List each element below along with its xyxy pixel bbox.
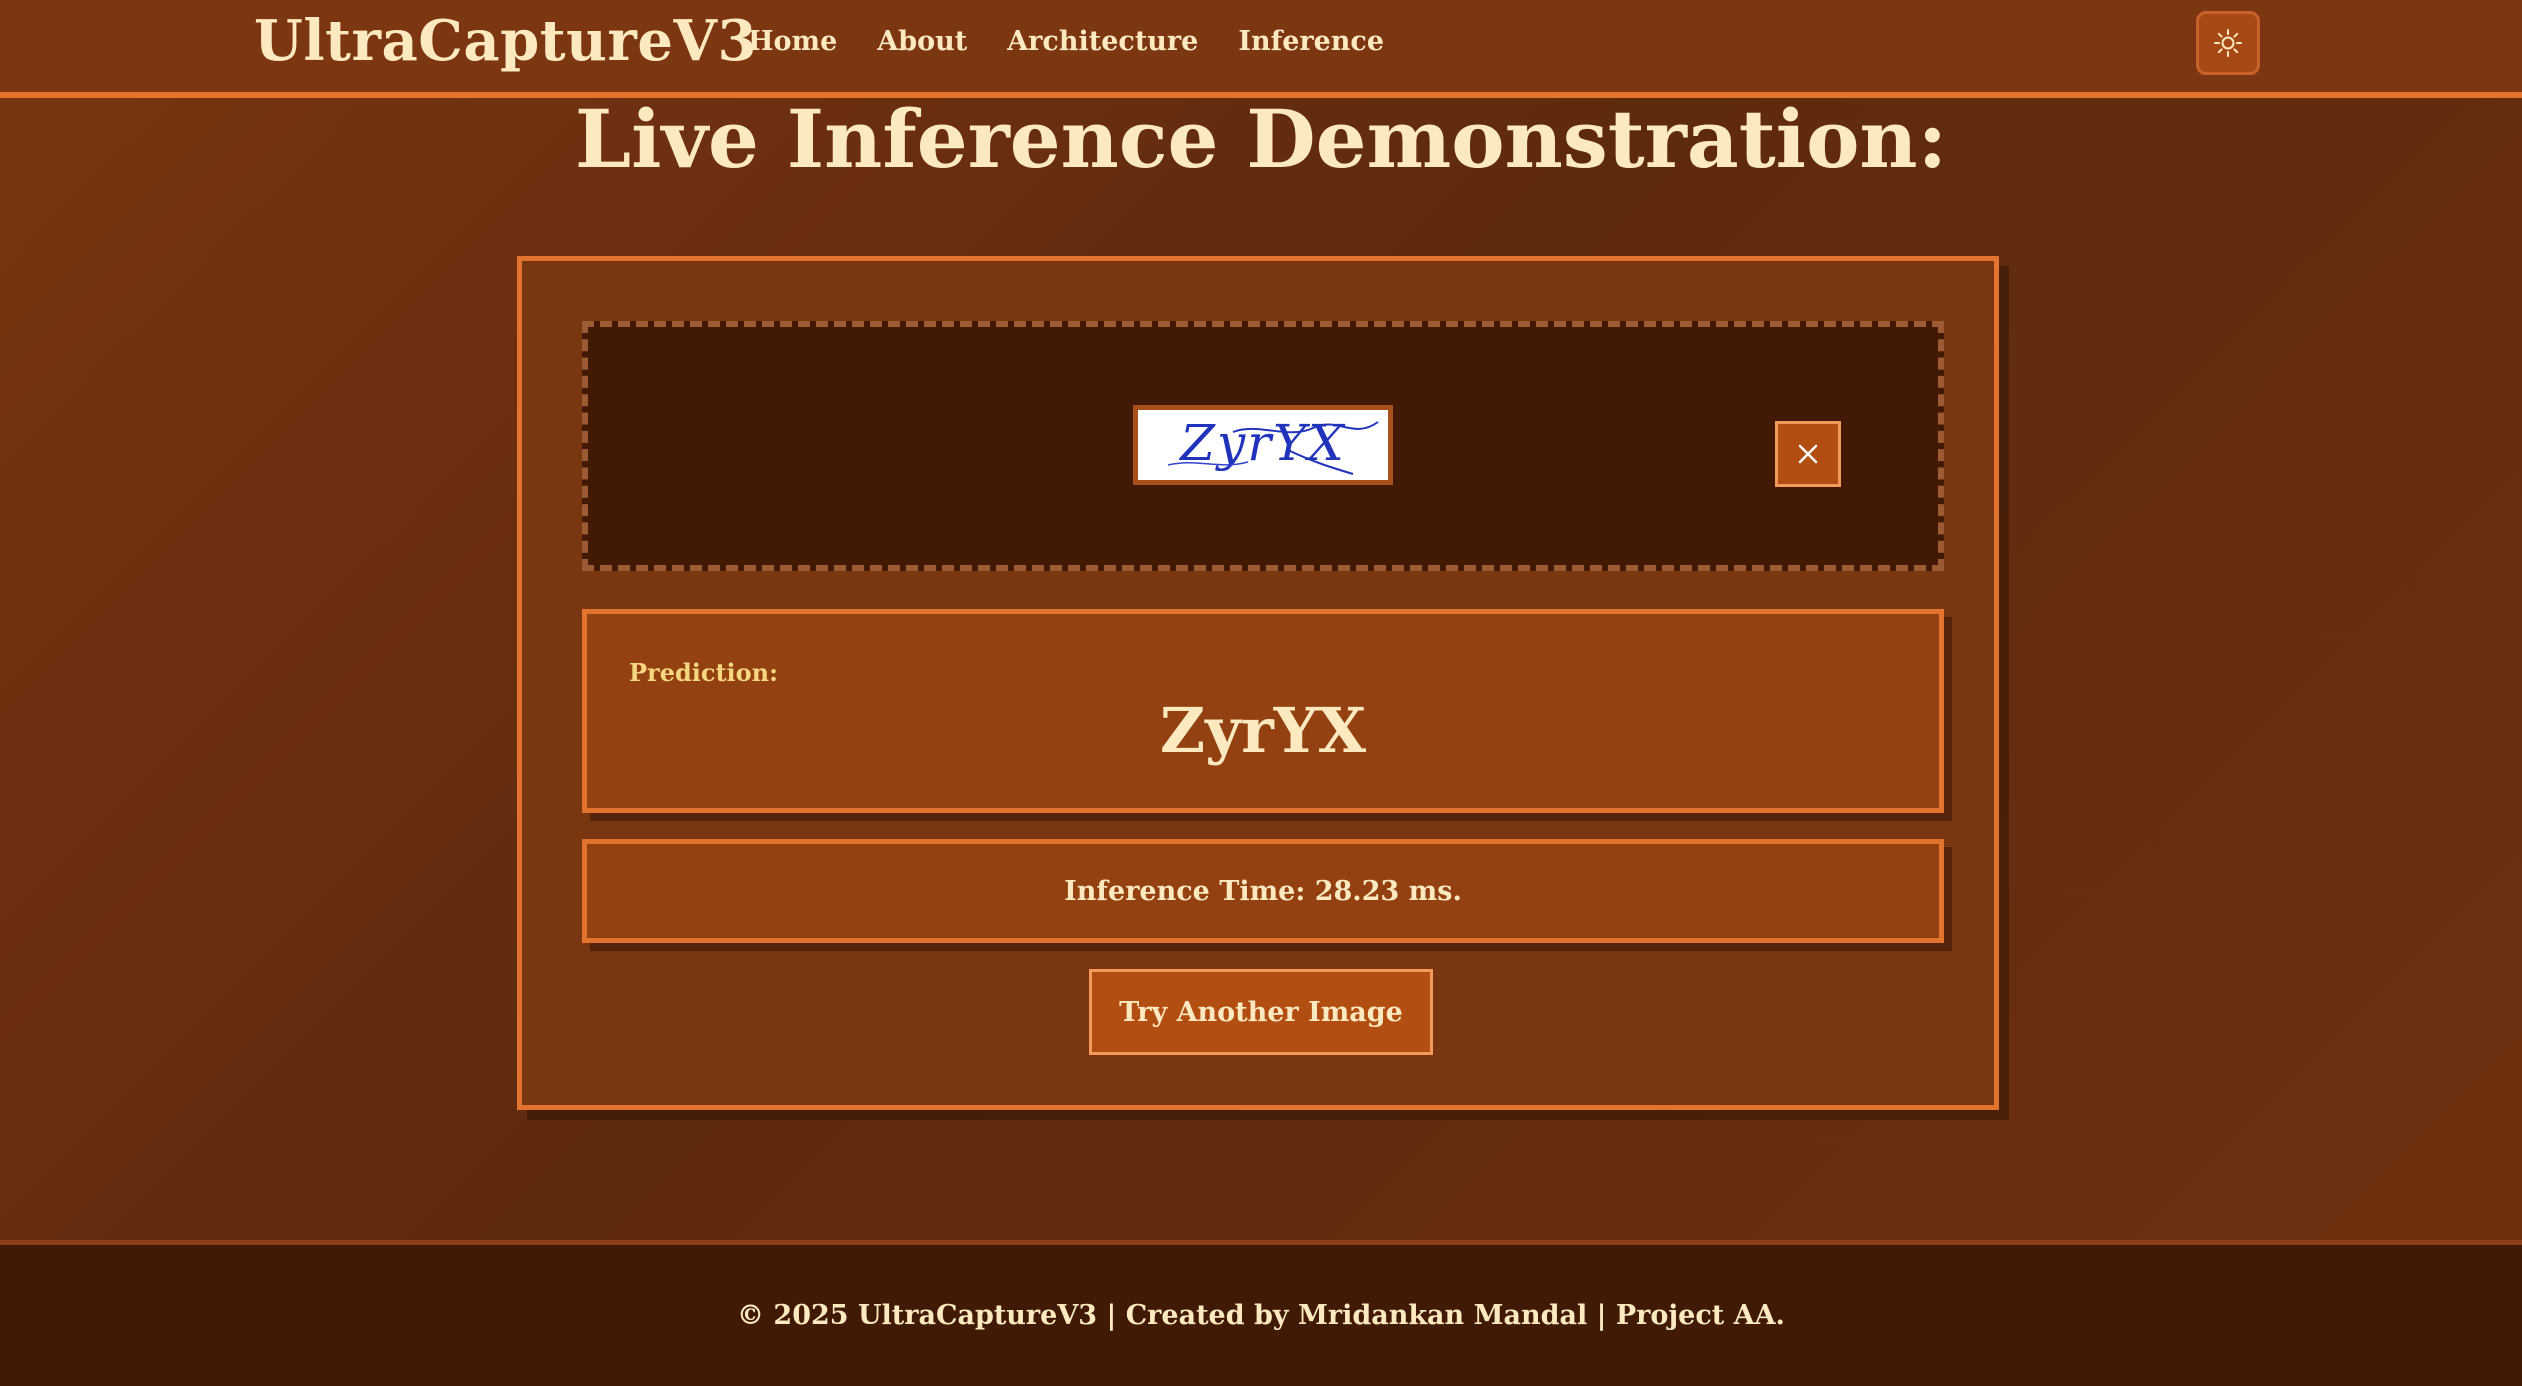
nav-link-architecture[interactable]: Architecture: [1007, 26, 1198, 57]
try-another-image-button[interactable]: Try Another Image: [1089, 969, 1433, 1055]
image-dropzone[interactable]: ZyrYX: [582, 321, 1944, 571]
footer-copyright: © 2025 UltraCaptureV3 | Created by Mrida…: [737, 1300, 1785, 1331]
prediction-panel: Prediction: ZyrYX: [582, 609, 1944, 813]
captcha-image: ZyrYX: [1138, 410, 1388, 480]
nav-link-inference[interactable]: Inference: [1238, 26, 1384, 57]
nav-link-home[interactable]: Home: [748, 26, 837, 57]
inference-time-text: Inference Time: 28.23 ms.: [1064, 875, 1462, 907]
main-nav: Home About Architecture Inference: [748, 26, 1384, 57]
sun-icon: [2214, 29, 2242, 57]
top-navbar: UltraCaptureV3 Home About Architecture I…: [0, 0, 2522, 98]
prediction-value: ZyrYX: [1159, 694, 1367, 767]
close-icon: [1798, 444, 1818, 464]
brand-logo-text[interactable]: UltraCaptureV3: [254, 8, 757, 74]
captcha-image-preview: ZyrYX: [1133, 405, 1393, 485]
theme-toggle-button[interactable]: [2196, 11, 2260, 75]
page-title: Live Inference Demonstration:: [574, 92, 1948, 186]
prediction-label: Prediction:: [629, 658, 778, 687]
page-footer: © 2025 UltraCaptureV3 | Created by Mrida…: [0, 1240, 2522, 1386]
inference-card: ZyrYX Prediction: ZyrYX Inference Time: …: [517, 256, 1999, 1110]
nav-link-about[interactable]: About: [877, 26, 967, 57]
inference-time-panel: Inference Time: 28.23 ms.: [582, 839, 1944, 943]
remove-image-button[interactable]: [1775, 421, 1841, 487]
